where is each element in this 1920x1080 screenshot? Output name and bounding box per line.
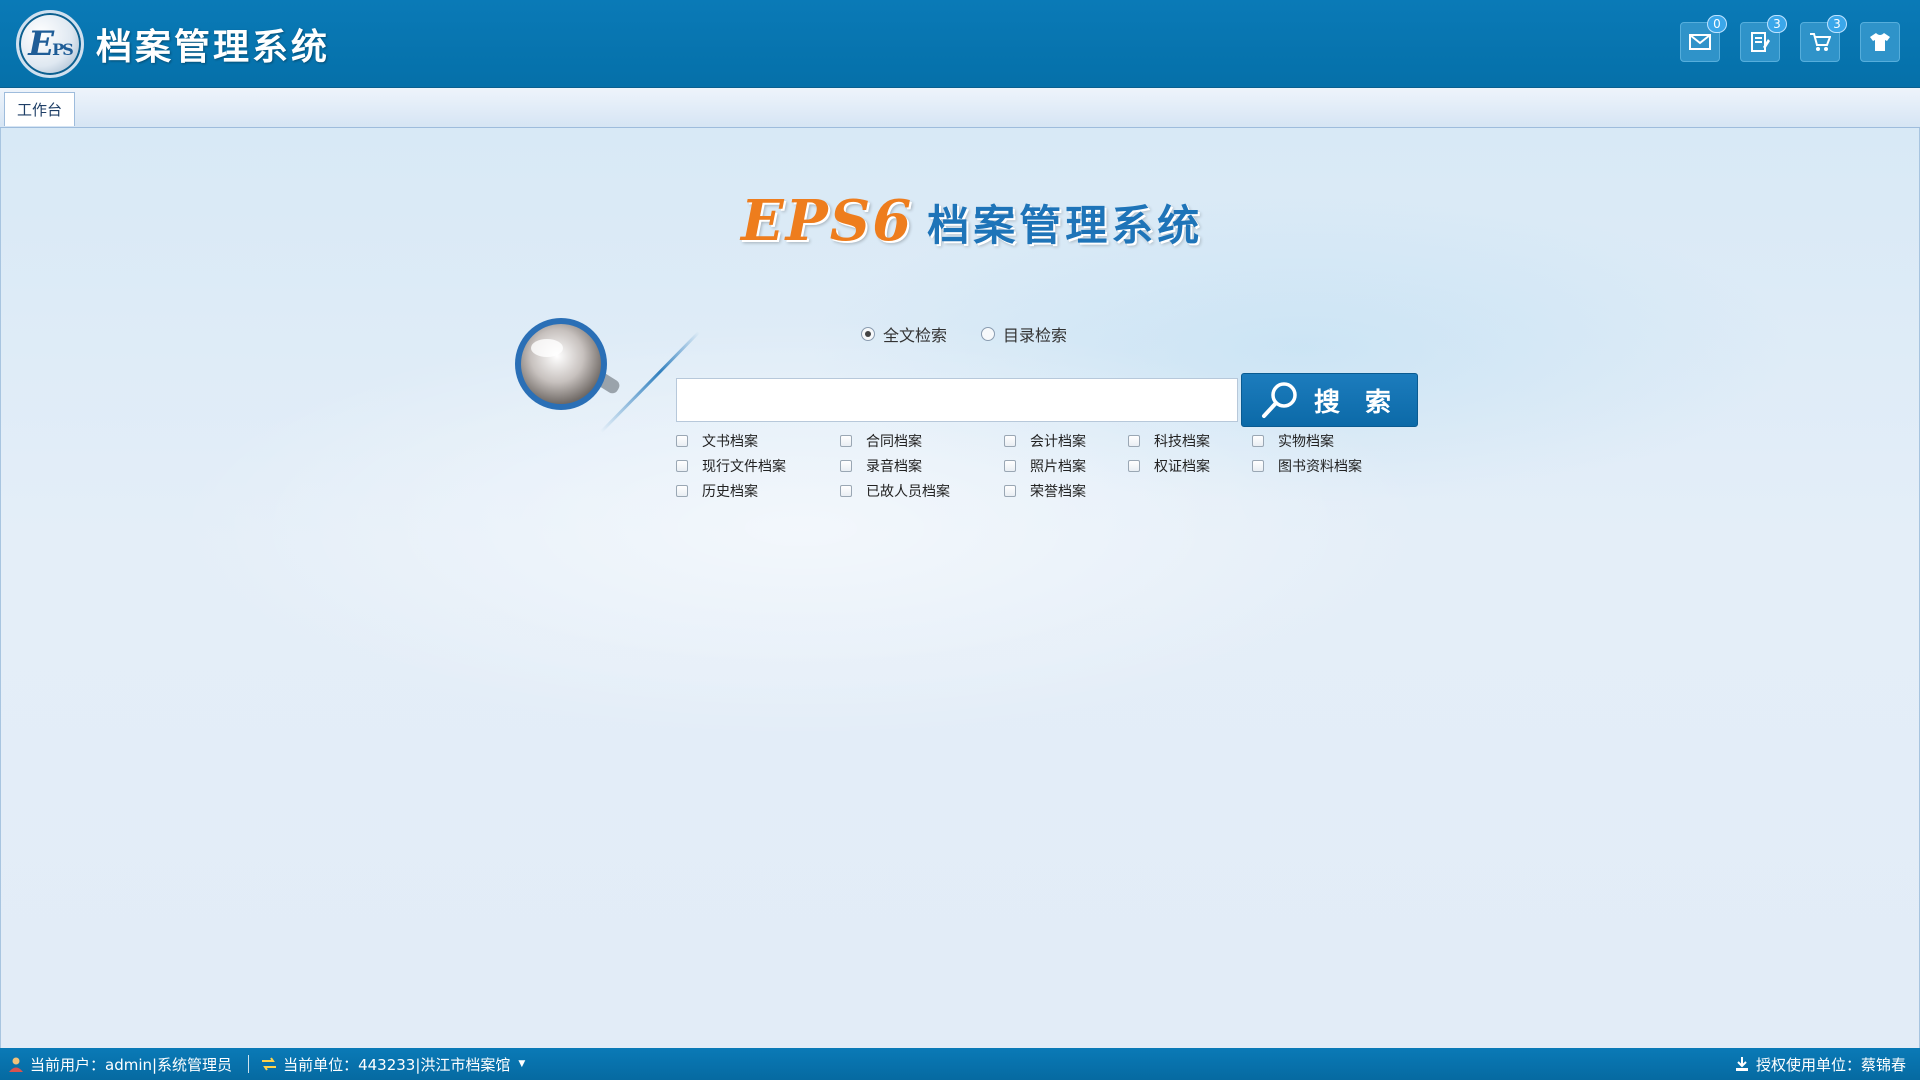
category-item[interactable]: 现行文件档案 — [676, 455, 840, 476]
category-checkbox[interactable] — [676, 459, 688, 472]
licensed-unit: 授权使用单位：蔡锦春 — [1755, 1055, 1906, 1074]
category-item[interactable]: 合同档案 — [840, 430, 1004, 451]
category-checkbox[interactable] — [676, 484, 688, 497]
category-label: 录音档案 — [866, 458, 922, 475]
category-label: 图书资料档案 — [1278, 458, 1362, 475]
category-checkbox[interactable] — [676, 434, 688, 447]
app-title: 档案管理系统 — [96, 26, 331, 68]
category-filter-grid: 文书档案 合同档案 会计档案 科技档案 实物档案 现行文件档案 录音档案 照片档… — [676, 430, 1392, 501]
radio-fulltext[interactable] — [861, 327, 875, 341]
mail-badge: 0 — [1707, 15, 1727, 33]
tab-bar: 工作台 — [0, 88, 1920, 128]
tab-workbench[interactable]: 工作台 — [4, 92, 76, 126]
category-checkbox[interactable] — [1252, 434, 1264, 447]
category-item[interactable]: 科技档案 — [1128, 430, 1252, 451]
category-label: 文书档案 — [702, 433, 758, 450]
logo-mark-letter: E — [28, 24, 54, 64]
search-button-label: 搜 索 — [1313, 387, 1400, 418]
brand-banner: EPS6 档案管理系统 — [741, 188, 1203, 254]
cart-icon — [1810, 33, 1831, 51]
search-mode-group: 全文检索 目录检索 — [861, 322, 1067, 346]
eps-logo-icon: EPS — [16, 10, 84, 78]
search-mode-fulltext-label: 全文检索 — [883, 326, 948, 345]
category-item[interactable]: 历史档案 — [676, 480, 840, 501]
category-label: 会计档案 — [1030, 433, 1086, 450]
mail-icon — [1689, 34, 1711, 50]
category-label: 合同档案 — [866, 433, 922, 450]
search-input[interactable] — [676, 378, 1238, 422]
user-icon — [8, 1056, 24, 1072]
category-item[interactable]: 图书资料档案 — [1252, 455, 1392, 476]
status-left: 当前用户：admin|系统管理员 当前单位：443233|洪江市档案馆 ▼ — [8, 1054, 525, 1075]
switch-unit-icon[interactable] — [261, 1056, 277, 1072]
brand-cn-text: 档案管理系统 — [927, 201, 1204, 250]
status-bar: 当前用户：admin|系统管理员 当前单位：443233|洪江市档案馆 ▼ 授权… — [0, 1048, 1920, 1080]
brand-eps-text: EPS6 — [741, 188, 914, 254]
current-unit[interactable]: 当前单位：443233|洪江市档案馆 — [283, 1054, 510, 1075]
cart-badge: 3 — [1827, 15, 1847, 33]
category-checkbox[interactable] — [840, 434, 852, 447]
category-checkbox[interactable] — [840, 459, 852, 472]
main-content: EPS6 档案管理系统 全文检索 目录检索 搜 索 文书档案 合同档案 会计档案… — [0, 128, 1920, 1048]
search-mode-catalog-label: 目录检索 — [1003, 326, 1068, 345]
category-checkbox[interactable] — [1004, 484, 1016, 497]
category-label: 科技档案 — [1154, 433, 1210, 450]
category-item[interactable]: 已故人员档案 — [840, 480, 1004, 501]
category-label: 已故人员档案 — [866, 483, 950, 500]
category-checkbox[interactable] — [1004, 459, 1016, 472]
cart-button[interactable]: 3 — [1800, 15, 1847, 62]
download-icon — [1734, 1056, 1750, 1072]
shirt-icon — [1870, 33, 1890, 51]
category-checkbox[interactable] — [1128, 434, 1140, 447]
category-checkbox[interactable] — [1128, 459, 1140, 472]
header-toolbar: 0 3 3 — [1680, 15, 1900, 62]
category-checkbox[interactable] — [1004, 434, 1016, 447]
app-header: EPS 档案管理系统 0 3 3 — [0, 0, 1920, 88]
chevron-down-icon[interactable]: ▼ — [518, 1059, 525, 1069]
category-checkbox[interactable] — [1252, 459, 1264, 472]
current-user: 当前用户：admin|系统管理员 — [30, 1055, 233, 1074]
category-item[interactable]: 实物档案 — [1252, 430, 1392, 451]
category-checkbox[interactable] — [840, 484, 852, 497]
mail-button[interactable]: 0 — [1680, 15, 1727, 62]
logo: EPS 档案管理系统 — [16, 10, 330, 78]
search-icon — [1261, 382, 1297, 418]
category-item[interactable]: 录音档案 — [840, 455, 1004, 476]
category-label: 现行文件档案 — [702, 458, 786, 475]
radio-catalog[interactable] — [981, 327, 996, 341]
search-mode-catalog[interactable]: 目录检索 — [981, 322, 1067, 346]
tasks-badge: 3 — [1767, 15, 1787, 33]
category-label: 历史档案 — [702, 483, 758, 500]
search-mode-fulltext[interactable]: 全文检索 — [861, 322, 947, 346]
category-item[interactable]: 会计档案 — [1004, 430, 1128, 451]
category-item[interactable]: 权证档案 — [1128, 455, 1252, 476]
category-label: 权证档案 — [1154, 458, 1210, 475]
category-item[interactable]: 荣誉档案 — [1004, 480, 1128, 501]
document-edit-icon — [1751, 32, 1770, 52]
search-button[interactable]: 搜 索 — [1241, 373, 1418, 427]
category-item[interactable]: 照片档案 — [1004, 455, 1128, 476]
skin-button[interactable] — [1860, 22, 1900, 62]
category-label: 实物档案 — [1278, 433, 1334, 450]
tasks-button[interactable]: 3 — [1740, 15, 1787, 62]
logo-mark-small: PS — [52, 40, 74, 59]
status-right: 授权使用单位：蔡锦春 — [1734, 1054, 1906, 1075]
category-label: 照片档案 — [1030, 458, 1086, 475]
category-label: 荣誉档案 — [1030, 483, 1086, 500]
category-item[interactable]: 文书档案 — [676, 430, 840, 451]
status-divider — [248, 1055, 250, 1073]
